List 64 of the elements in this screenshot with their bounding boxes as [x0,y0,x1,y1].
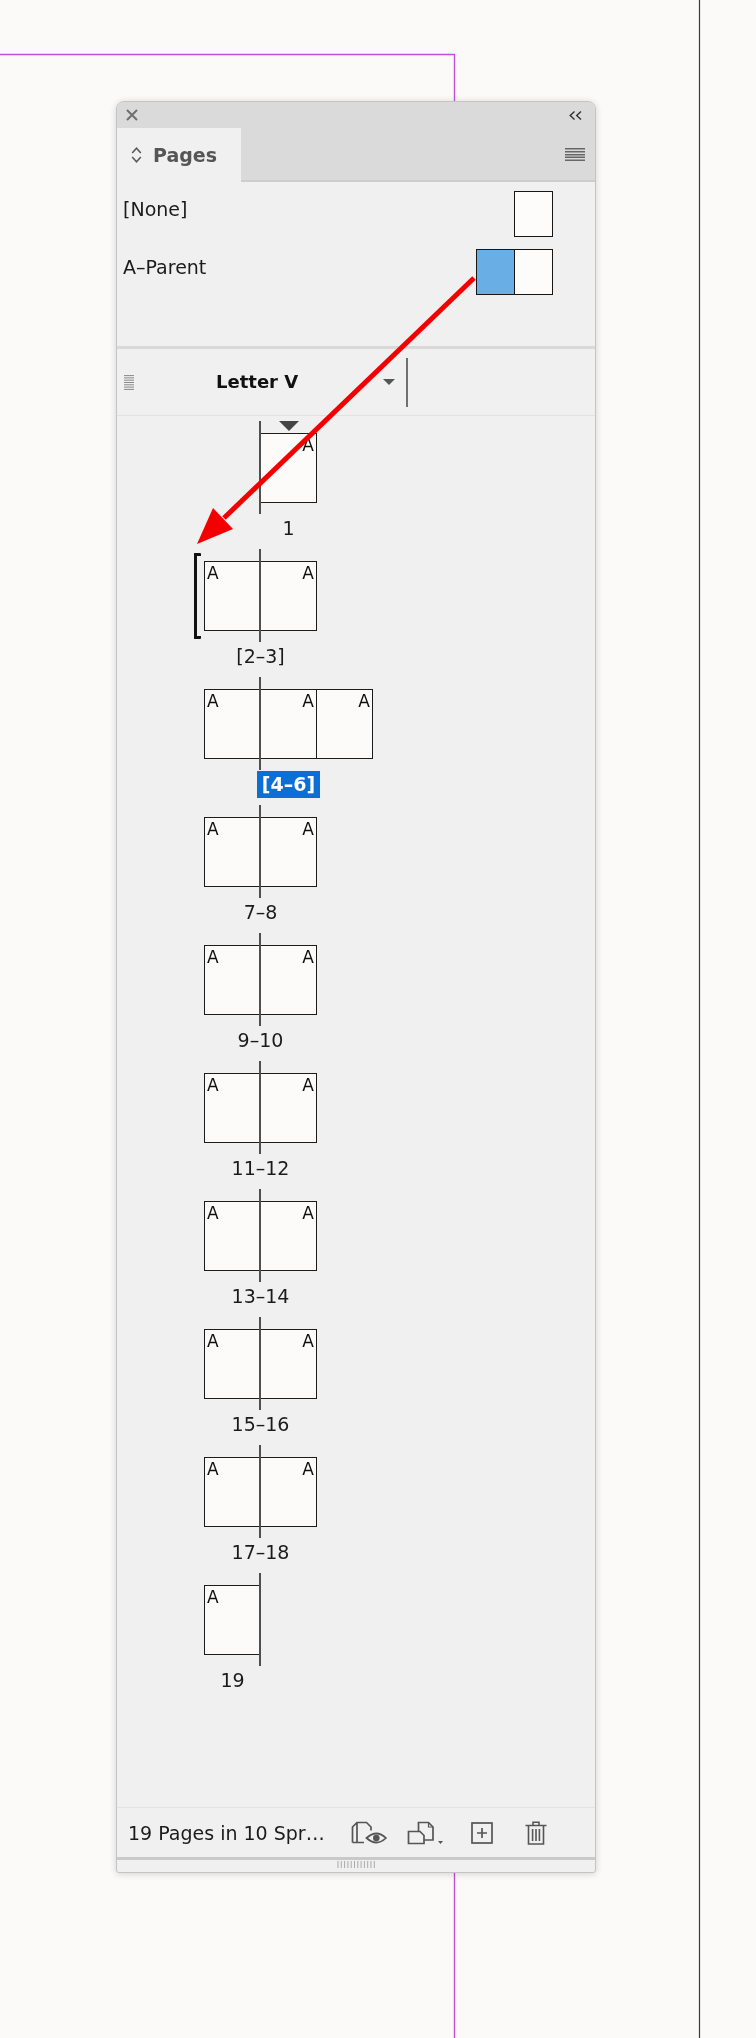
master-letter: A [207,1460,219,1479]
page-thumbnail[interactable]: A [204,945,261,1015]
page-thumbnail[interactable]: A [260,561,317,631]
caret-icon [383,379,395,385]
master-letter: A [302,1332,314,1351]
collapse-icon[interactable] [569,110,582,120]
master-letter: A [302,1204,314,1223]
page-thumbnail[interactable]: A [260,817,317,887]
page-thumbnail[interactable]: A [260,1457,317,1527]
page-number-label[interactable]: 15–16 [226,1411,295,1438]
page-thumbnail[interactable]: A [204,561,261,631]
page-thumbnail[interactable]: A [260,689,317,759]
page-number-label[interactable]: 19 [215,1667,250,1694]
master-letter: A [302,564,314,583]
page-number-label[interactable]: 1 [277,515,300,542]
menu-icon[interactable] [565,147,585,161]
page-number-label[interactable]: [2–3] [231,643,290,670]
page-count-status: 19 Pages in 10 Spr… [128,1820,325,1845]
page-number-label[interactable]: 11–12 [226,1155,295,1182]
grip-icon[interactable] [124,374,134,390]
master-letter: A [207,1204,219,1223]
parent-page-thumbnail[interactable] [476,249,515,295]
page-thumbnail[interactable]: A [260,1073,317,1143]
master-letter: A [207,564,219,583]
master-letter: A [207,820,219,839]
master-letter: A [207,1588,219,1607]
master-letter: A [302,692,314,711]
page-thumbnail[interactable]: A [204,1585,261,1655]
close-icon[interactable] [126,109,138,121]
master-letter: A [207,1076,219,1095]
page-thumbnail[interactable]: A [204,1457,261,1527]
plus-square-icon[interactable] [470,1821,493,1844]
master-letter: A [302,820,314,839]
page-thumbnail[interactable]: A [204,689,261,759]
page-thumbnail[interactable]: A [204,1201,261,1271]
stacked-pages-icon[interactable] [406,1820,444,1845]
page-number-label[interactable]: 17–18 [226,1539,295,1566]
parent-page-name: [None] [123,197,188,221]
page-thumbnail[interactable]: A [204,1329,261,1399]
resize-grip-icon[interactable] [337,1861,375,1868]
page-thumbnail[interactable]: A [204,817,261,887]
trash-icon[interactable] [524,1820,547,1845]
page-thumbnail[interactable]: A [260,1201,317,1271]
parent-page-name: A–Parent [123,255,207,279]
master-letter: A [302,948,314,967]
page-number-label[interactable]: 9–10 [232,1027,289,1054]
master-letter: A [302,1076,314,1095]
master-letter: A [207,692,219,711]
master-letter: A [302,1460,314,1479]
page-number-label[interactable]: 13–14 [226,1283,295,1310]
page-eye-icon[interactable] [350,1820,387,1845]
updown-chevron-icon [131,147,142,163]
page-number-label[interactable]: 7–8 [238,899,283,926]
master-letter: A [207,1332,219,1351]
page-thumbnail[interactable]: A [260,1329,317,1399]
page-number-label[interactable]: [4–6] [256,771,321,798]
page-thumbnail[interactable]: A [316,689,373,759]
parent-page-thumbnail[interactable] [514,249,553,295]
master-letter: A [358,692,370,711]
page-thumbnail[interactable]: A [260,945,317,1015]
parent-page-thumbnail[interactable] [514,191,553,237]
page-size-dropdown[interactable]: Letter V [216,370,395,394]
page-thumbnail[interactable]: A [204,1073,261,1143]
master-letter: A [207,948,219,967]
